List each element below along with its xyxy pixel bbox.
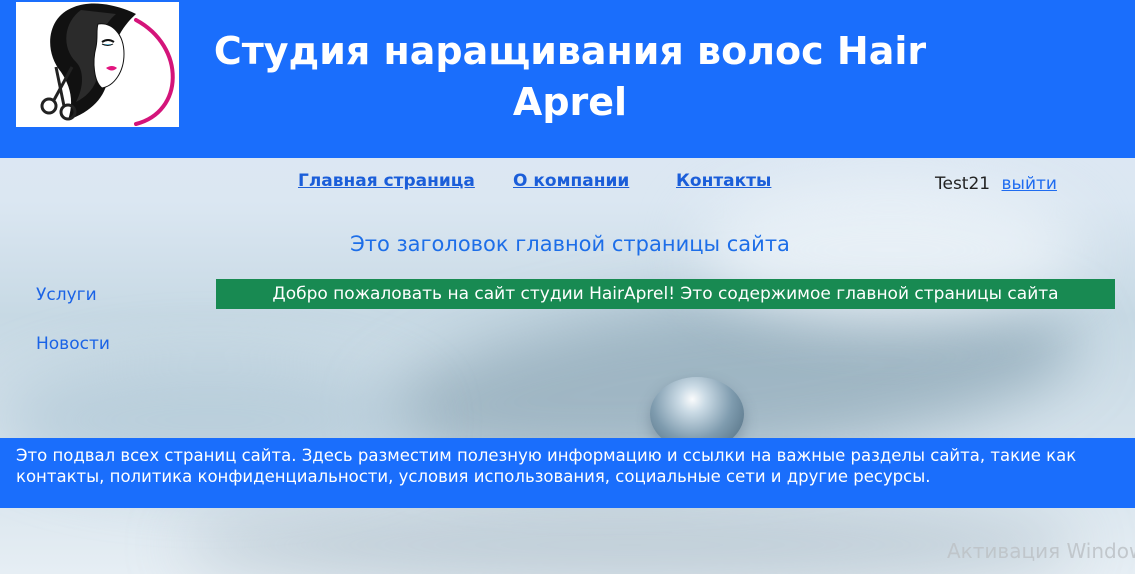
woman-face-scissors-logo-icon xyxy=(40,3,175,126)
nav-link-contacts[interactable]: Контакты xyxy=(676,171,771,191)
page-heading: Это заголовок главной страницы сайта xyxy=(350,232,790,256)
background-blur-shape xyxy=(180,500,1080,574)
footer-text: Это подвал всех страниц сайта. Здесь раз… xyxy=(16,446,1077,486)
sidebar-item-news[interactable]: Новости xyxy=(36,334,110,354)
site-logo[interactable] xyxy=(16,2,179,127)
site-footer: Это подвал всех страниц сайта. Здесь раз… xyxy=(0,438,1135,508)
sidebar-item-services[interactable]: Услуги xyxy=(36,285,110,305)
windows-activation-watermark: Активация Windows xyxy=(947,539,1135,563)
user-area: Test21 выйти xyxy=(935,174,1057,194)
nav-link-home[interactable]: Главная страница xyxy=(298,171,475,191)
user-name: Test21 xyxy=(935,174,991,194)
site-title: Студия наращивания волос Hair Aprel xyxy=(213,29,927,124)
welcome-message: Добро пожаловать на сайт студии HairApre… xyxy=(216,279,1115,309)
nav-link-about[interactable]: О компании xyxy=(513,171,629,191)
logout-link[interactable]: выйти xyxy=(1002,174,1057,194)
site-header: Студия наращивания волос Hair Aprel xyxy=(0,0,1135,158)
sidebar: Услуги Новости xyxy=(36,285,110,354)
